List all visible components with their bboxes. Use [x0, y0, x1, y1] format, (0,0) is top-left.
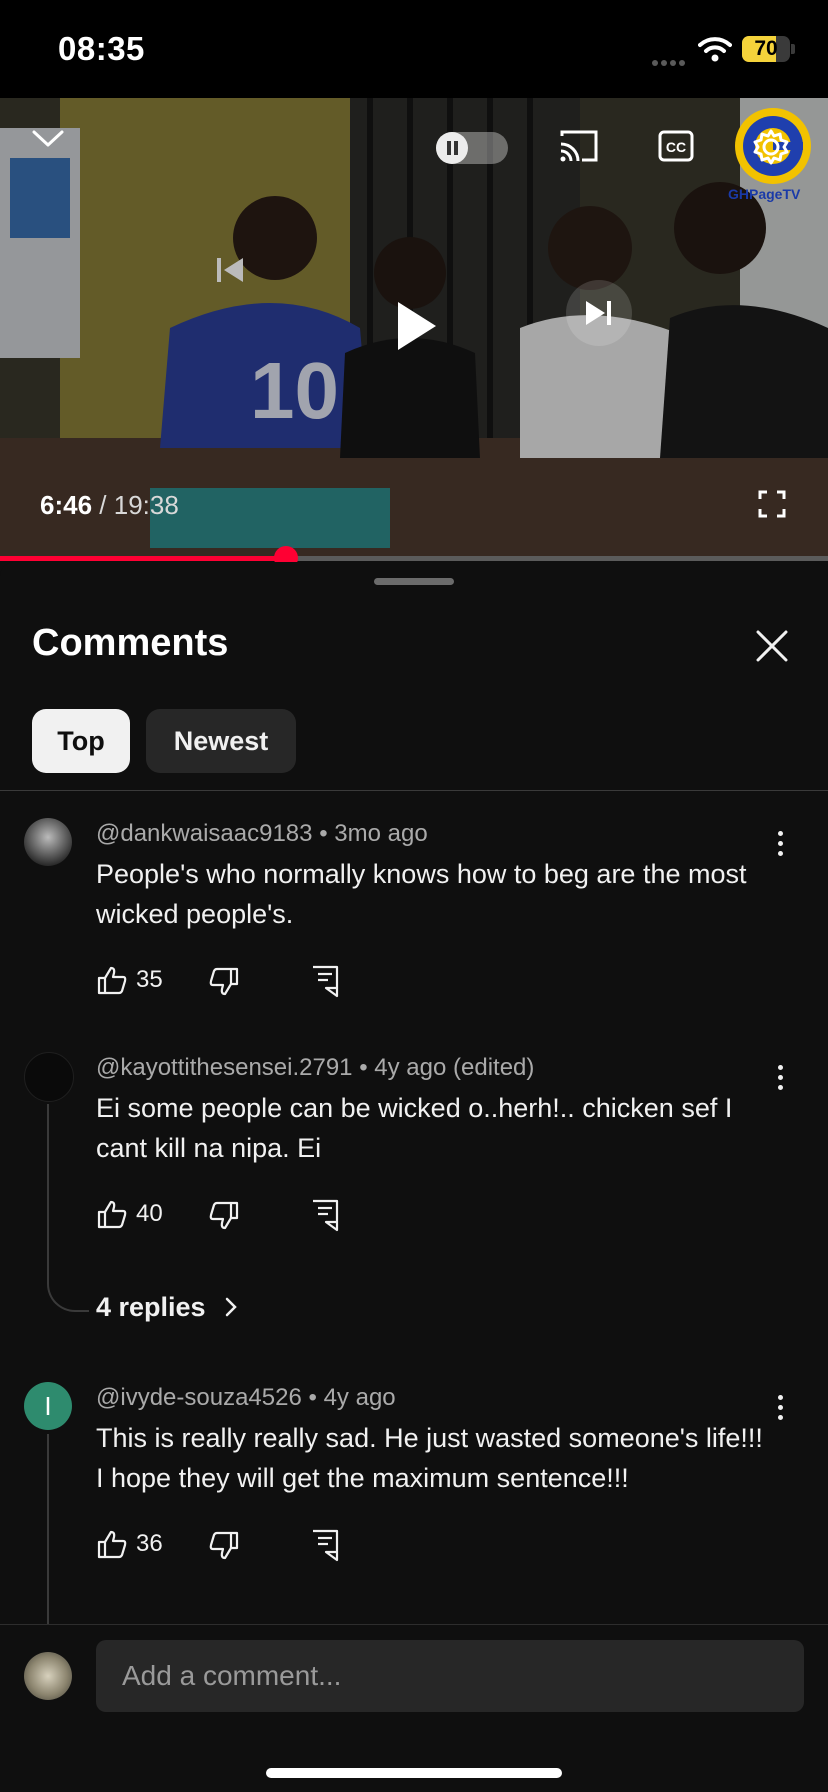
previous-icon[interactable]	[210, 250, 250, 290]
comment-author[interactable]: @ivyde-souza4526	[96, 1384, 302, 1411]
avatar[interactable]	[24, 1052, 74, 1102]
meta-separator: •	[359, 1054, 368, 1081]
comment-age: 3mo ago	[334, 820, 428, 847]
dislike-icon[interactable]	[208, 1530, 240, 1562]
svg-text:CC: CC	[666, 139, 686, 155]
like-count: 36	[136, 1530, 163, 1557]
reply-icon[interactable]	[310, 1528, 340, 1562]
close-icon[interactable]	[752, 626, 792, 666]
home-indicator[interactable]	[266, 1768, 562, 1778]
comment-text: People's who normally knows how to beg a…	[96, 859, 747, 929]
video-progress-bar[interactable]	[0, 546, 828, 570]
view-replies-link[interactable]: 4 replies	[96, 1292, 239, 1323]
like-icon[interactable]	[96, 1528, 128, 1560]
channel-watermark-text: GHPageTV	[728, 186, 801, 202]
avatar[interactable]: I	[24, 1382, 72, 1430]
battery-icon: 70	[742, 36, 790, 62]
comment-text: Ei some people can be wicked o..herh!.. …	[96, 1093, 733, 1163]
comment-author[interactable]: @kayottithesensei.2791	[96, 1054, 353, 1081]
settings-icon[interactable]	[752, 128, 790, 166]
video-player[interactable]: 10 CC GHPageTV 6:46 / 19:38	[0, 98, 828, 558]
avatar[interactable]	[24, 818, 72, 866]
comment-age: 4y ago	[323, 1384, 396, 1411]
play-icon[interactable]	[390, 298, 440, 354]
reply-icon[interactable]	[310, 1198, 340, 1232]
divider	[0, 790, 828, 791]
autoplay-toggle-icon[interactable]	[436, 132, 508, 164]
meta-separator: •	[308, 1384, 317, 1411]
time-readout: 6:46 / 19:38	[40, 490, 179, 521]
thread-connector	[47, 1240, 89, 1312]
battery-level: 70	[754, 37, 778, 60]
cc-icon[interactable]: CC	[658, 130, 694, 162]
reply-icon[interactable]	[310, 964, 340, 998]
like-count: 40	[136, 1200, 163, 1227]
comment-text: This is really really sad. He just waste…	[96, 1423, 763, 1493]
thread-line	[47, 1104, 49, 1244]
like-count: 35	[136, 966, 163, 993]
like-icon[interactable]	[96, 964, 128, 996]
signal-dots-icon	[652, 53, 688, 71]
like-icon[interactable]	[96, 1198, 128, 1230]
status-time: 08:35	[58, 30, 145, 67]
filter-chip-top[interactable]: Top	[32, 709, 130, 773]
comment-meta: @ivyde-souza4526 • 4y ago	[96, 1384, 396, 1412]
comment-meta: @kayottithesensei.2791 • 4y ago (edited)	[96, 1054, 534, 1082]
next-icon[interactable]	[566, 280, 632, 346]
elapsed-time: 6:46	[40, 490, 93, 520]
comments-title: Comments	[32, 622, 229, 664]
sheet-drag-handle[interactable]	[374, 578, 454, 585]
filter-chip-newest[interactable]: Newest	[146, 709, 296, 773]
duration-time: / 19:38	[99, 490, 179, 520]
dislike-icon[interactable]	[208, 1200, 240, 1232]
comment-author[interactable]: @dankwaisaac9183	[96, 820, 313, 847]
thread-line	[47, 1434, 49, 1624]
fullscreen-icon[interactable]	[758, 490, 786, 518]
chevron-down-icon[interactable]	[30, 126, 66, 150]
user-avatar	[24, 1652, 72, 1700]
chevron-right-icon	[225, 1297, 237, 1317]
progress-played	[0, 556, 286, 561]
battery-nub	[791, 44, 795, 54]
add-comment-input[interactable]	[96, 1640, 804, 1712]
dislike-icon[interactable]	[208, 966, 240, 998]
cast-icon[interactable]	[558, 128, 600, 164]
comment-age: 4y ago (edited)	[374, 1054, 535, 1081]
comment-meta: @dankwaisaac9183 • 3mo ago	[96, 820, 428, 848]
wifi-icon	[698, 37, 732, 62]
meta-separator: •	[319, 820, 328, 847]
replies-count: 4 replies	[96, 1292, 206, 1322]
